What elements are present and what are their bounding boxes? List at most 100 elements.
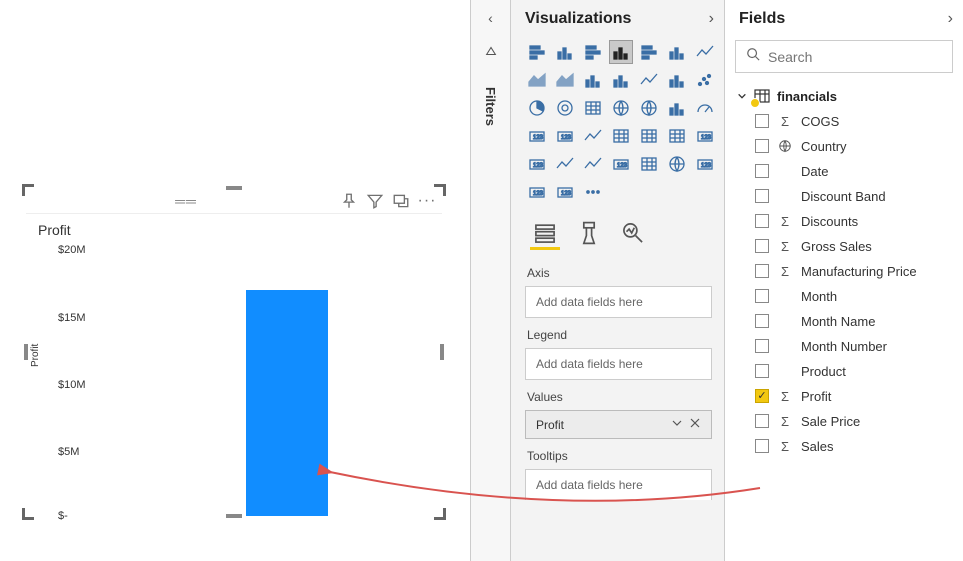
resize-handle-left[interactable] <box>24 344 28 360</box>
fields-title: Fields <box>739 10 785 28</box>
field-country[interactable]: Country <box>755 138 955 154</box>
tooltips-well[interactable]: Add data fields here <box>525 469 712 500</box>
powerapps-icon[interactable]: 123 <box>693 152 717 176</box>
focus-mode-icon[interactable] <box>392 192 410 210</box>
scatter-chart-icon[interactable] <box>693 68 717 92</box>
field-label: Profit <box>801 389 831 404</box>
checkbox[interactable] <box>755 364 769 378</box>
clustered-bar-icon[interactable] <box>581 40 605 64</box>
pin-icon[interactable] <box>340 192 358 210</box>
resize-handle-top[interactable] <box>226 186 242 190</box>
pie-chart-icon[interactable] <box>525 96 549 120</box>
treemap-icon[interactable] <box>581 96 605 120</box>
more-icon[interactable] <box>581 180 605 204</box>
chevron-down-icon[interactable] <box>671 417 683 432</box>
expand-filters-icon[interactable]: ‹ <box>488 10 493 26</box>
resize-handle-br[interactable] <box>434 508 446 520</box>
checkbox[interactable] <box>755 314 769 328</box>
ribbon-chart-icon[interactable] <box>637 68 661 92</box>
field-month-name[interactable]: Month Name <box>755 313 955 329</box>
analytics-tab-icon[interactable] <box>620 220 646 246</box>
multi-row-card-icon[interactable]: 123 <box>553 124 577 148</box>
collapse-viz-icon[interactable]: › <box>709 10 714 28</box>
table-financials[interactable]: financials <box>725 83 963 113</box>
checkbox[interactable] <box>755 189 769 203</box>
filled-map-icon[interactable] <box>637 96 661 120</box>
legend-well[interactable]: Add data fields here <box>525 348 712 380</box>
key-influencers-icon[interactable] <box>553 152 577 176</box>
sort-icon[interactable] <box>484 44 498 61</box>
checkbox[interactable] <box>755 339 769 353</box>
filters-pane-collapsed[interactable]: ‹ Filters <box>470 0 510 561</box>
checkbox[interactable] <box>755 264 769 278</box>
field-discount-band[interactable]: Discount Band <box>755 188 955 204</box>
stacked-column-icon[interactable] <box>553 40 577 64</box>
hundred-stacked-column-icon[interactable] <box>665 40 689 64</box>
resize-handle-tl[interactable] <box>22 184 34 196</box>
paginated-icon[interactable] <box>637 152 661 176</box>
field-gross-sales[interactable]: ΣGross Sales <box>755 238 955 254</box>
py-visual-icon[interactable]: 123 <box>525 152 549 176</box>
field-date[interactable]: Date <box>755 163 955 179</box>
fields-search[interactable] <box>735 40 953 73</box>
map-icon[interactable] <box>609 96 633 120</box>
field-discounts[interactable]: ΣDiscounts <box>755 213 955 229</box>
waterfall-icon[interactable] <box>665 68 689 92</box>
field-sales[interactable]: ΣSales <box>755 438 955 454</box>
resize-handle-tr[interactable] <box>434 184 446 196</box>
card-icon[interactable]: 123 <box>525 124 549 148</box>
checkbox[interactable] <box>755 139 769 153</box>
field-month-number[interactable]: Month Number <box>755 338 955 354</box>
checkbox[interactable] <box>755 289 769 303</box>
funnel-icon[interactable] <box>665 96 689 120</box>
get-more-icon[interactable]: 123 <box>553 180 577 204</box>
line-stacked-column-icon[interactable] <box>581 68 605 92</box>
field-sale-price[interactable]: ΣSale Price <box>755 413 955 429</box>
visual-header[interactable]: ══ ··· <box>26 188 442 214</box>
checkbox[interactable] <box>755 239 769 253</box>
checkbox[interactable] <box>755 439 769 453</box>
hundred-stacked-bar-icon[interactable] <box>637 40 661 64</box>
qa-icon[interactable]: 123 <box>609 152 633 176</box>
field-month[interactable]: Month <box>755 288 955 304</box>
report-canvas[interactable]: ══ ··· Profit Profit $20M $15M $10M $5M … <box>0 0 470 561</box>
slicer-icon[interactable] <box>609 124 633 148</box>
checkbox[interactable] <box>755 389 769 403</box>
format-tab-icon[interactable] <box>576 220 602 246</box>
visual-tile[interactable]: ══ ··· Profit Profit $20M $15M $10M $5M … <box>25 187 443 517</box>
field-cogs[interactable]: ΣCOGS <box>755 113 955 129</box>
line-clustered-column-icon[interactable] <box>609 68 633 92</box>
checkbox[interactable] <box>755 414 769 428</box>
checkbox[interactable] <box>755 164 769 178</box>
field-product[interactable]: Product <box>755 363 955 379</box>
resize-handle-bl[interactable] <box>22 508 34 520</box>
clustered-column-icon[interactable] <box>609 40 633 64</box>
checkbox[interactable] <box>755 114 769 128</box>
collapse-fields-icon[interactable]: › <box>948 10 953 28</box>
values-well[interactable]: Profit <box>525 410 712 439</box>
drag-grip-icon[interactable]: ══ <box>32 193 340 209</box>
stacked-area-icon[interactable] <box>553 68 577 92</box>
checkbox[interactable] <box>755 214 769 228</box>
resize-handle-right[interactable] <box>440 344 444 360</box>
stacked-bar-icon[interactable] <box>525 40 549 64</box>
fields-tab-icon[interactable] <box>532 220 558 246</box>
search-input[interactable] <box>768 49 949 65</box>
axis-well[interactable]: Add data fields here <box>525 286 712 318</box>
remove-field-icon[interactable] <box>689 417 701 432</box>
gauge-icon[interactable] <box>693 96 717 120</box>
field-manufacturing-price[interactable]: ΣManufacturing Price <box>755 263 955 279</box>
custom-visual-icon[interactable]: 123 <box>525 180 549 204</box>
arcgis-icon[interactable] <box>665 152 689 176</box>
table-icon[interactable] <box>637 124 661 148</box>
area-chart-icon[interactable] <box>525 68 549 92</box>
field-profit[interactable]: ΣProfit <box>755 388 955 404</box>
kpi-icon[interactable] <box>581 124 605 148</box>
donut-chart-icon[interactable] <box>553 96 577 120</box>
blank-icon <box>777 313 793 329</box>
line-chart-icon[interactable] <box>693 40 717 64</box>
decomp-tree-icon[interactable] <box>581 152 605 176</box>
filter-icon[interactable] <box>366 192 384 210</box>
matrix-icon[interactable] <box>665 124 689 148</box>
r-visual-icon[interactable]: 123 <box>693 124 717 148</box>
